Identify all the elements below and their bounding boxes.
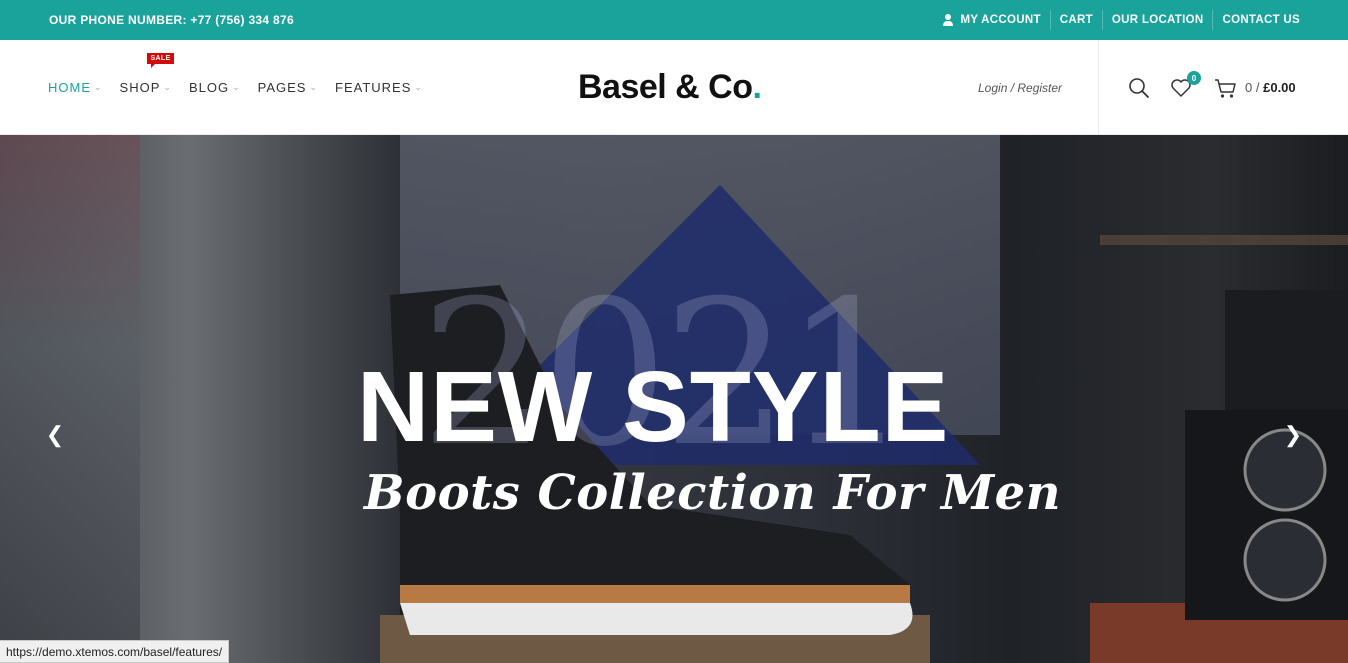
logo-text: Basel & Co bbox=[578, 68, 753, 106]
main-nav: HOME ⌄ SALE SHOP ⌄ BLOG ⌄ PAGES ⌄ FEATUR… bbox=[48, 40, 440, 135]
user-icon bbox=[942, 14, 954, 26]
hero-slider: 2021 NEW STYLE Boots Collection For Men … bbox=[0, 135, 1348, 663]
our-location-link[interactable]: OUR LOCATION bbox=[1101, 10, 1213, 30]
top-bar: OUR PHONE NUMBER: +77 (756) 334 876 MY A… bbox=[0, 0, 1348, 40]
chevron-down-icon: ⌄ bbox=[163, 82, 172, 92]
cart-separator: / bbox=[1255, 80, 1260, 95]
wishlist-count: 0 bbox=[1187, 71, 1201, 85]
sale-badge: SALE bbox=[146, 53, 175, 68]
cart-summary[interactable]: 0 / £0.00 bbox=[1245, 80, 1296, 95]
contact-us-link[interactable]: CONTACT US bbox=[1212, 10, 1300, 30]
hero-bg-shelf-right bbox=[1100, 235, 1348, 245]
top-links: MY ACCOUNT CART OUR LOCATION CONTACT US bbox=[933, 0, 1300, 40]
hero-bg-shelf-left bbox=[0, 135, 140, 663]
my-account-label: MY ACCOUNT bbox=[960, 14, 1041, 26]
nav-item-features[interactable]: FEATURES ⌄ bbox=[335, 80, 423, 95]
nav-item-label: FEATURES bbox=[335, 80, 412, 95]
nav-item-blog[interactable]: BLOG ⌄ bbox=[189, 80, 241, 95]
nav-item-home[interactable]: HOME ⌄ bbox=[48, 80, 103, 95]
cart-icon[interactable] bbox=[1214, 78, 1238, 100]
chevron-down-icon: ⌄ bbox=[309, 82, 318, 92]
header-divider bbox=[1098, 40, 1099, 135]
nav-item-shop[interactable]: SALE SHOP ⌄ bbox=[119, 53, 175, 95]
hero-subline: Boots Collection For Men bbox=[364, 465, 1062, 521]
nav-item-label: BLOG bbox=[188, 80, 230, 95]
status-bar-url: https://demo.xtemos.com/basel/features/ bbox=[0, 640, 230, 663]
logo-dot: . bbox=[752, 68, 762, 106]
chevron-down-icon: ⌄ bbox=[414, 82, 423, 92]
main-header: HOME ⌄ SALE SHOP ⌄ BLOG ⌄ PAGES ⌄ FEATUR… bbox=[0, 40, 1348, 135]
login-register-link[interactable]: Login / Register bbox=[978, 81, 1062, 95]
hero-headline: NEW STYLE bbox=[357, 351, 950, 463]
nav-item-label: HOME bbox=[48, 80, 91, 95]
chevron-down-icon: ⌄ bbox=[232, 82, 241, 92]
chevron-left-icon[interactable]: ❮ bbox=[45, 423, 65, 447]
chevron-right-icon[interactable]: ❯ bbox=[1283, 423, 1303, 447]
phone-number: OUR PHONE NUMBER: +77 (756) 334 876 bbox=[49, 13, 294, 27]
cart-total: £0.00 bbox=[1263, 80, 1296, 95]
nav-item-label: SHOP bbox=[119, 80, 161, 95]
site-logo[interactable]: Basel & Co. bbox=[578, 68, 762, 107]
cart-count: 0 bbox=[1245, 80, 1253, 95]
chevron-down-icon: ⌄ bbox=[94, 82, 103, 92]
search-icon[interactable] bbox=[1127, 76, 1151, 100]
nav-item-pages[interactable]: PAGES ⌄ bbox=[258, 80, 318, 95]
cart-link[interactable]: CART bbox=[1049, 10, 1102, 30]
camera-image bbox=[1185, 290, 1348, 620]
nav-item-label: PAGES bbox=[257, 80, 307, 95]
my-account-link[interactable]: MY ACCOUNT bbox=[933, 10, 1049, 30]
